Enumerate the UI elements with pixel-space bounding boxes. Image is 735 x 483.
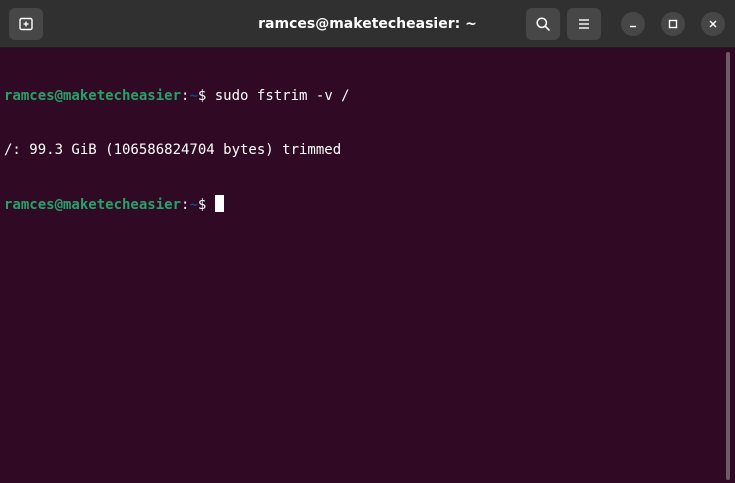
new-tab-button[interactable] — [9, 8, 43, 40]
scrollbar-thumb[interactable] — [726, 52, 730, 480]
search-icon — [535, 16, 551, 32]
prompt-path: ~ — [189, 197, 198, 213]
terminal-line-prompt: ramces@maketecheasier:~$ — [4, 195, 724, 213]
maximize-icon — [668, 19, 678, 29]
search-button[interactable] — [526, 8, 560, 40]
maximize-button[interactable] — [661, 12, 685, 36]
terminal-output-area[interactable]: ramces@maketecheasier:~$ sudo fstrim -v … — [0, 48, 724, 483]
output-text: /: 99.3 GiB (106586824704 bytes) trimmed — [4, 142, 342, 158]
prompt-user-host: ramces@maketecheasier — [4, 88, 182, 104]
menu-button[interactable] — [567, 8, 601, 40]
prompt-path: ~ — [189, 88, 198, 104]
prompt-symbol: $ — [197, 88, 215, 104]
prompt-symbol: $ — [197, 197, 215, 213]
new-tab-icon — [18, 16, 34, 32]
prompt-user-host: ramces@maketecheasier — [4, 197, 182, 213]
terminal-line-output: /: 99.3 GiB (106586824704 bytes) trimmed — [4, 141, 724, 159]
title-bar[interactable]: ramces@maketecheasier: ~ — [0, 0, 735, 48]
text-cursor — [214, 195, 224, 212]
close-icon — [708, 19, 718, 29]
hamburger-menu-icon — [576, 16, 592, 32]
minimize-button[interactable] — [621, 12, 645, 36]
terminal-window: ramces@maketecheasier: ~ ramces@maketech… — [0, 0, 735, 483]
command-text: sudo fstrim -v / — [214, 88, 350, 104]
close-button[interactable] — [701, 12, 725, 36]
minimize-icon — [628, 19, 638, 29]
terminal-line-command: ramces@maketecheasier:~$ sudo fstrim -v … — [4, 87, 724, 105]
